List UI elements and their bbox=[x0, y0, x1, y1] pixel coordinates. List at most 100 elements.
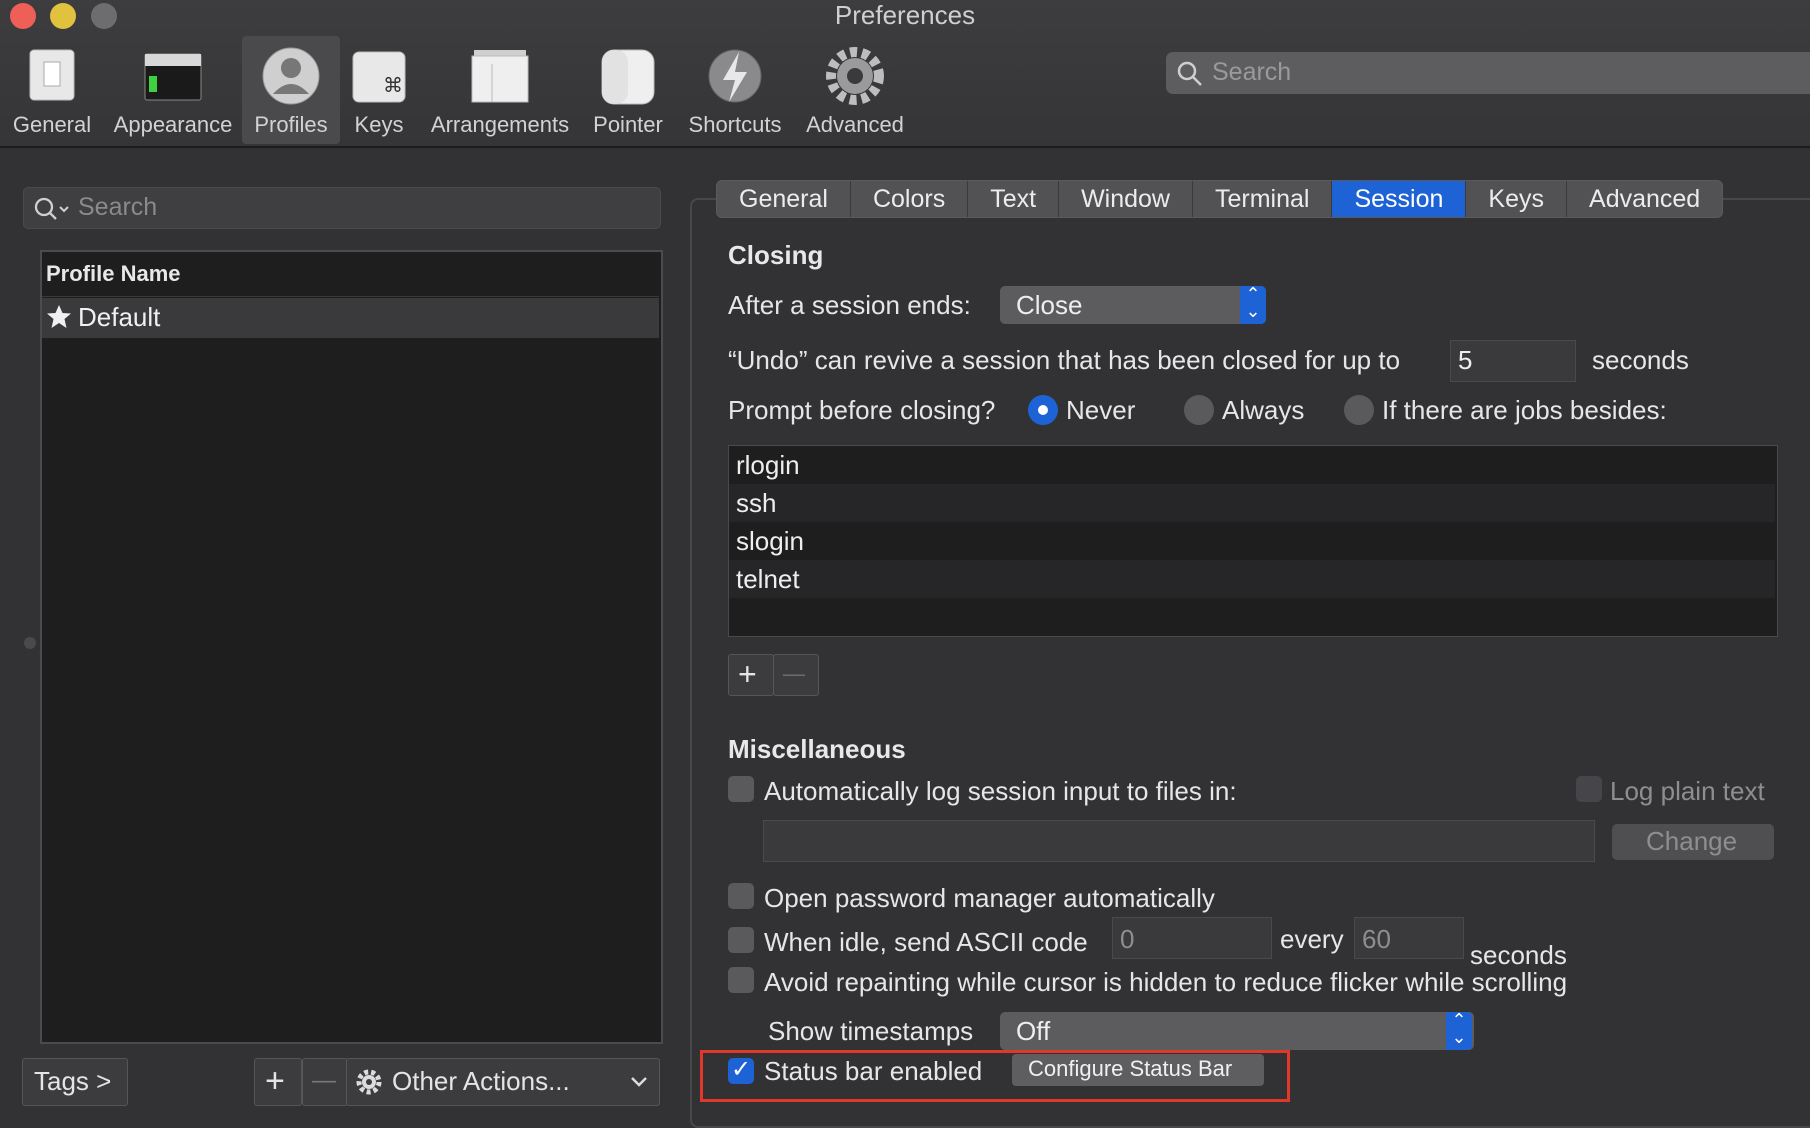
appearance-icon bbox=[144, 53, 202, 101]
toolbar-general-label: General bbox=[12, 112, 92, 137]
log-plain-text-checkbox[interactable] bbox=[1576, 776, 1602, 802]
ascii-code-value: 0 bbox=[1120, 924, 1135, 954]
password-manager-label: Open password manager automatically bbox=[764, 883, 1215, 913]
list-item[interactable]: telnet bbox=[729, 560, 1775, 598]
toolbar-advanced[interactable]: Advanced bbox=[800, 36, 910, 144]
general-icon bbox=[29, 49, 75, 101]
tab-general[interactable]: General bbox=[717, 181, 851, 217]
auto-log-checkbox[interactable] bbox=[728, 776, 754, 802]
remove-job-button[interactable]: — bbox=[773, 654, 819, 696]
avoid-repainting-checkbox[interactable] bbox=[728, 967, 754, 993]
profile-name-column-header: Profile Name bbox=[46, 261, 181, 286]
job-name: slogin bbox=[736, 526, 804, 556]
tab-terminal[interactable]: Terminal bbox=[1192, 181, 1333, 217]
window-title: Preferences bbox=[834, 0, 976, 30]
minus-icon: — bbox=[312, 1067, 336, 1094]
profile-name: Default bbox=[78, 302, 161, 332]
tab-keys[interactable]: Keys bbox=[1466, 181, 1568, 217]
status-bar-enabled-checkbox[interactable] bbox=[728, 1055, 754, 1084]
radio-always-label: Always bbox=[1222, 395, 1305, 425]
add-profile-button[interactable]: + bbox=[254, 1058, 302, 1106]
undo-seconds-unit: seconds bbox=[1592, 345, 1689, 375]
undo-revive-label: “Undo” can revive a session that has bee… bbox=[728, 345, 1401, 375]
idle-interval-value: 60 bbox=[1362, 924, 1391, 954]
tab-window[interactable]: Window bbox=[1059, 181, 1193, 217]
gear-icon bbox=[826, 47, 884, 105]
toolbar-appearance[interactable]: Appearance bbox=[108, 36, 238, 144]
log-directory-field[interactable] bbox=[763, 820, 1595, 862]
toolbar-arrangements[interactable]: Arrangements bbox=[424, 36, 576, 144]
idle-ascii-checkbox[interactable] bbox=[728, 927, 754, 953]
toolbar-pointer[interactable]: Pointer bbox=[586, 36, 670, 144]
toolbar-appearance-label: Appearance bbox=[113, 112, 233, 137]
arrangements-icon bbox=[471, 50, 529, 103]
profile-list bbox=[40, 250, 663, 1044]
profile-tab-bar: General Colors Text Window Terminal Sess… bbox=[716, 180, 1724, 218]
radio-jobs-besides-label: If there are jobs besides: bbox=[1382, 395, 1667, 425]
chevron-down-icon bbox=[631, 1077, 647, 1087]
log-plain-text-label: Log plain text bbox=[1610, 776, 1765, 806]
job-name: rlogin bbox=[736, 450, 800, 480]
list-item[interactable]: rlogin bbox=[729, 446, 1775, 484]
toolbar-shortcuts[interactable]: Shortcuts bbox=[680, 36, 790, 144]
plus-icon: + bbox=[265, 1062, 285, 1100]
change-button-label: Change bbox=[1646, 826, 1738, 856]
split-view-handle[interactable] bbox=[24, 637, 36, 649]
toolbar-advanced-label: Advanced bbox=[806, 112, 904, 137]
auto-log-label: Automatically log session input to files… bbox=[764, 776, 1237, 806]
gear-icon bbox=[356, 1069, 382, 1095]
tab-session[interactable]: Session bbox=[1332, 181, 1467, 217]
toolbar-profiles[interactable]: Profiles bbox=[242, 36, 340, 144]
after-session-value: Close bbox=[1016, 290, 1083, 320]
toolbar-profiles-label: Profiles bbox=[254, 112, 328, 137]
profiles-icon bbox=[262, 47, 320, 105]
miscellaneous-section-title: Miscellaneous bbox=[728, 734, 906, 764]
toolbar-shortcuts-label: Shortcuts bbox=[688, 112, 782, 137]
prompt-before-closing-label: Prompt before closing? bbox=[728, 395, 996, 425]
tags-button-label: Tags > bbox=[34, 1066, 112, 1096]
configure-status-bar-label: Configure Status Bar bbox=[1028, 1056, 1233, 1081]
command-key-icon: ⌘ bbox=[352, 51, 406, 103]
search-icon bbox=[34, 197, 69, 220]
lightning-icon bbox=[708, 49, 762, 103]
star-icon bbox=[47, 305, 71, 328]
status-bar-enabled-label: Status bar enabled bbox=[764, 1056, 983, 1086]
list-item[interactable]: ssh bbox=[729, 484, 1775, 522]
mouse-icon bbox=[601, 49, 655, 105]
avoid-repainting-label: Avoid repainting while cursor is hidden … bbox=[764, 967, 1568, 997]
radio-never[interactable] bbox=[1028, 395, 1058, 425]
closing-section-title: Closing bbox=[728, 240, 824, 270]
after-session-label: After a session ends: bbox=[728, 290, 971, 320]
idle-ascii-label: When idle, send ASCII code bbox=[764, 927, 1088, 957]
tab-advanced[interactable]: Advanced bbox=[1567, 181, 1723, 217]
plus-icon: + bbox=[738, 656, 757, 692]
toolbar-keys[interactable]: ⌘ Keys bbox=[344, 36, 414, 144]
radio-never-label: Never bbox=[1066, 395, 1136, 425]
toolbar-keys-label: Keys bbox=[354, 112, 404, 137]
search-icon bbox=[1177, 61, 1202, 86]
list-item[interactable]: slogin bbox=[729, 522, 1775, 560]
minus-icon: — bbox=[783, 661, 805, 686]
every-label: every bbox=[1280, 924, 1344, 954]
toolbar-pointer-label: Pointer bbox=[593, 112, 663, 137]
radio-jobs-besides[interactable] bbox=[1344, 395, 1374, 425]
profile-search-placeholder: Search bbox=[78, 193, 158, 221]
toolbar-general[interactable]: General bbox=[6, 36, 98, 144]
show-timestamps-label: Show timestamps bbox=[768, 1016, 974, 1046]
up-down-arrows-icon: ⌃ ⌄ bbox=[1446, 1011, 1472, 1050]
add-job-button[interactable]: + bbox=[728, 654, 774, 696]
password-manager-checkbox[interactable] bbox=[728, 883, 754, 909]
radio-always[interactable] bbox=[1184, 395, 1214, 425]
job-name: ssh bbox=[736, 488, 777, 518]
show-timestamps-value: Off bbox=[1016, 1016, 1051, 1046]
ascii-code-field[interactable] bbox=[1112, 917, 1272, 959]
toolbar-arrangements-label: Arrangements bbox=[430, 112, 570, 137]
preferences-search-placeholder: Search bbox=[1212, 58, 1292, 86]
show-timestamps-select[interactable] bbox=[1000, 1012, 1474, 1050]
other-actions-label: Other Actions... bbox=[392, 1066, 570, 1096]
tab-colors[interactable]: Colors bbox=[850, 181, 969, 217]
remove-profile-button[interactable]: — bbox=[302, 1058, 348, 1106]
undo-seconds-value: 5 bbox=[1458, 345, 1473, 375]
svg-text:⌘: ⌘ bbox=[383, 73, 403, 97]
tab-text[interactable]: Text bbox=[968, 181, 1060, 217]
